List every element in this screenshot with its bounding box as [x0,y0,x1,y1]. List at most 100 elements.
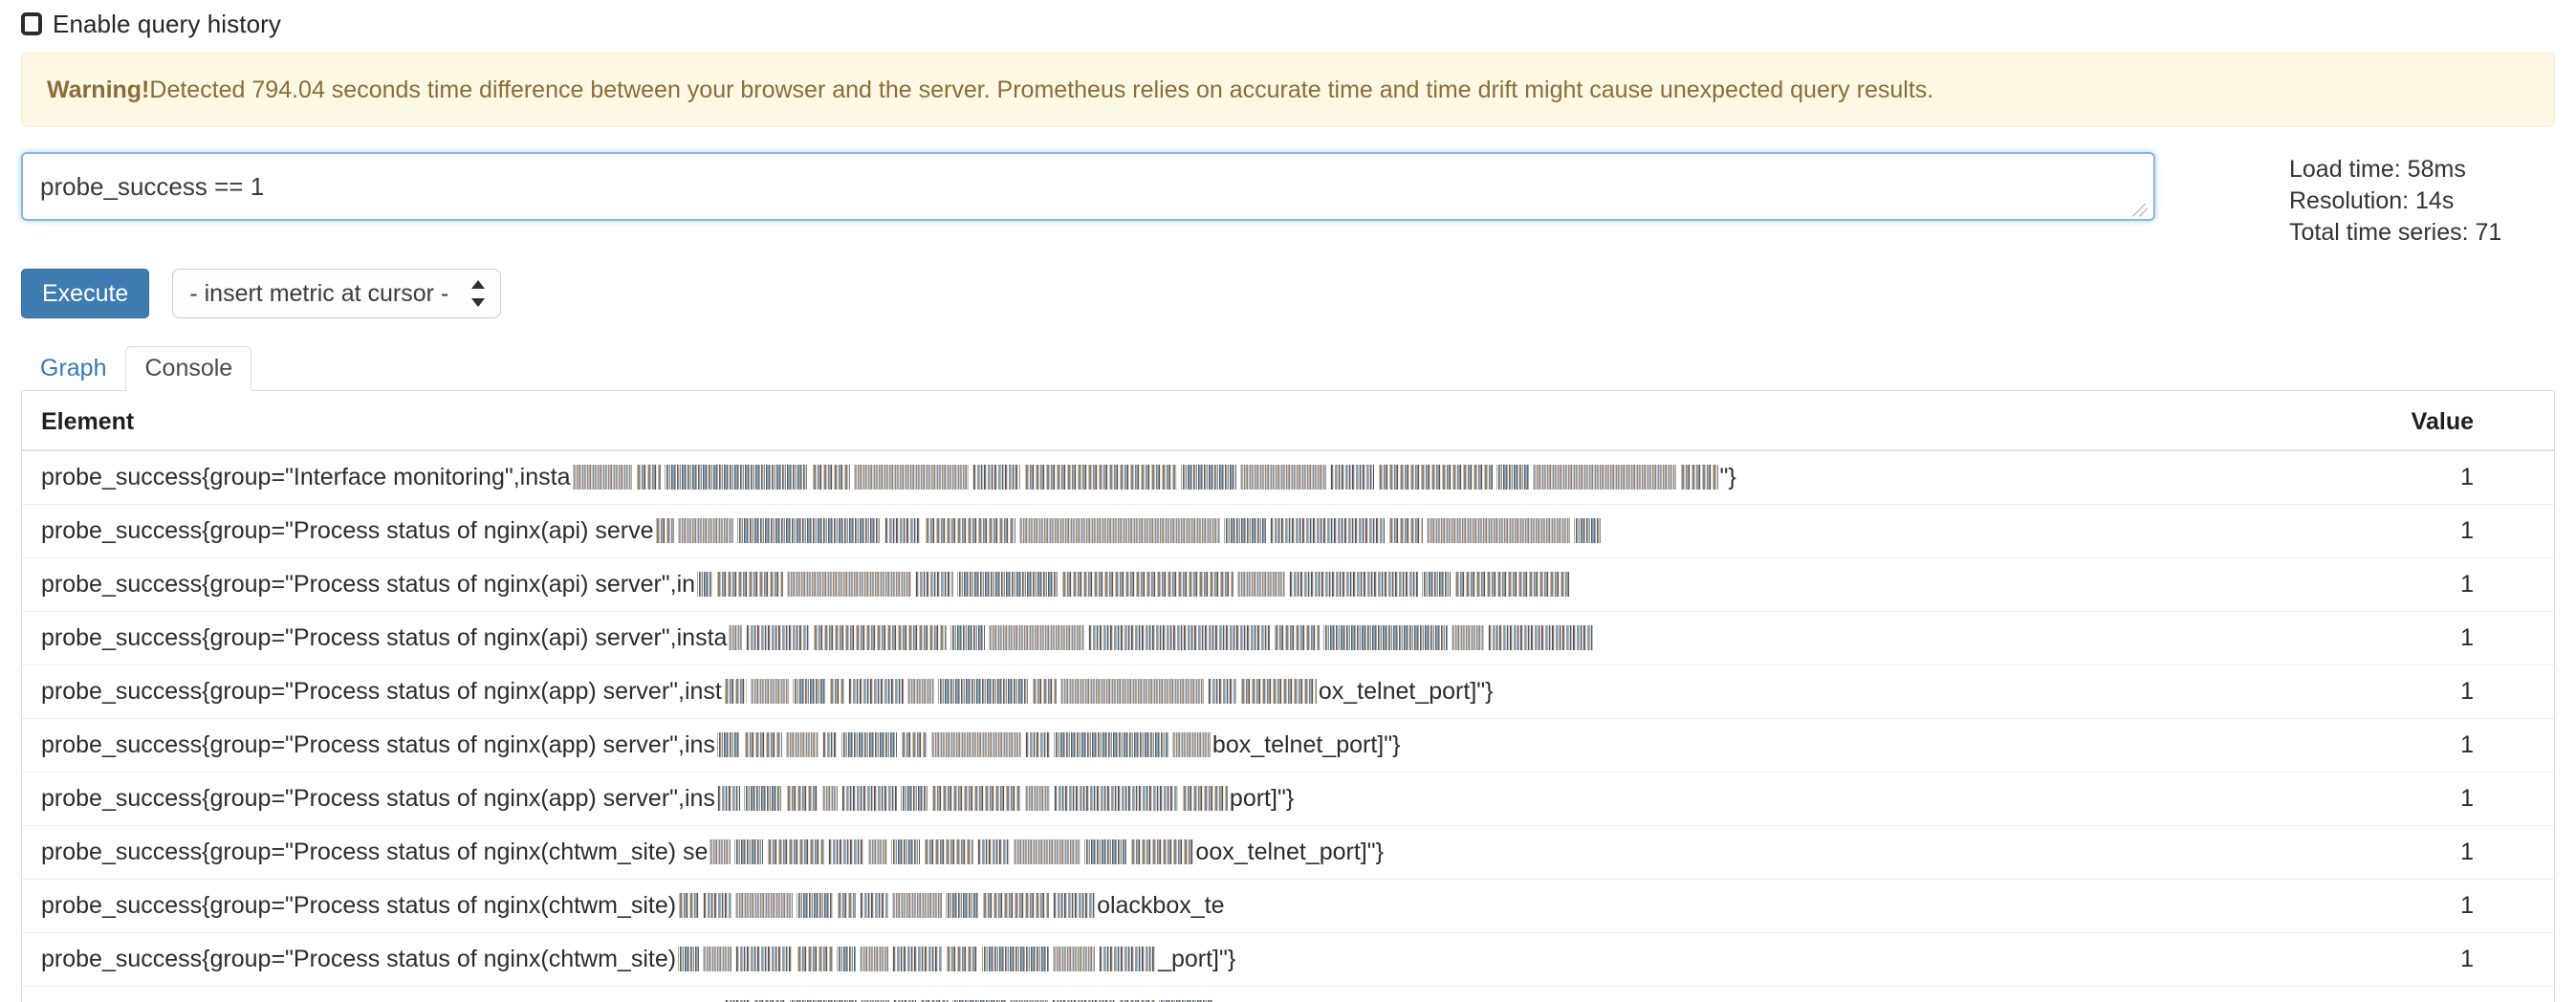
redacted-segment [982,947,1050,971]
redacted-segment [821,786,838,811]
redacted-segment [828,679,844,704]
metric-label-text: probe_success{group="Process status of n… [41,623,728,651]
metric-label-text: probe_success{group="Process status of n… [41,784,715,812]
redacted-segment [743,786,782,811]
table-row: probe_success{group="Process status of n… [22,771,2554,825]
redacted-segment [892,893,943,918]
metric-value-cell: 1 [2267,610,2554,664]
redacted-segment [813,625,948,650]
metric-label-suffix: olackbox_te [1097,891,1225,919]
redacted-segment [977,839,1011,864]
table-row: probe_success{group="Process status of n… [22,824,2554,879]
redacted-segment [785,786,819,811]
metric-value-cell: 1 [2267,556,2554,611]
redacted-segment [797,947,834,971]
table-row: probe_success{group="Interface monitorin… [22,450,2554,504]
redacted-segment [1270,518,1386,543]
metric-label-text: probe_success{group="Process status of n… [41,999,723,1002]
metric-value-cell: 1 [2267,931,2554,986]
redacted-segment [635,465,661,490]
result-tabs: Graph Console [21,341,2555,391]
redacted-segment [1014,839,1081,864]
metric-label-text: probe_success{group="Process status of n… [41,730,715,758]
redacted-segment [1452,625,1485,650]
redacted-segment [1019,518,1221,543]
metric-element-cell: probe_success{group="Interface monitorin… [22,450,2267,504]
metric-label-text: probe_success{group="Process status of n… [41,570,696,598]
tab-graph[interactable]: Graph [21,346,125,391]
metric-label-text: probe_success{group="Process status of n… [41,677,722,705]
redacted-segment [1377,465,1493,490]
redacted-segment [1061,572,1234,597]
redacted-segment [1053,732,1168,757]
redacted-segment [925,518,1016,543]
redacted-segment [1024,732,1050,757]
results-table-body: probe_success{group="Interface monitorin… [22,450,2554,1002]
metric-label-suffix: port]"} [1229,784,1295,812]
redacted-segment [1053,947,1096,971]
enable-query-history-row[interactable]: Enable query history [21,0,2555,38]
redacted-segment [957,572,1059,597]
redacted-segment [743,732,782,757]
metric-label-suffix: _port]"} [1214,999,1292,1002]
metric-element-cell: probe_success{group="Process status of n… [22,985,2267,1002]
tab-console[interactable]: Console [125,346,252,391]
redacted-segment [937,679,1028,704]
table-row: probe_success{group="Process status of n… [22,931,2554,986]
redacted-segment [847,679,904,704]
redacted-segment [723,679,747,704]
redacted-segment [1289,572,1419,597]
metric-value-cell: 1 [2267,985,2554,1002]
metric-label-suffix: "} [1719,463,1736,490]
metric-label-text: probe_success{group="Process status of n… [41,516,654,544]
redacted-segment [735,893,794,918]
query-controls: Execute - insert metric at cursor - [21,269,2555,318]
execute-button[interactable]: Execute [21,269,150,318]
console-results-panel: Element Value probe_success{group="Inter… [21,391,2555,1002]
table-header-row: Element Value [22,391,2554,451]
metric-element-cell: probe_success{group="Process status of n… [22,556,2267,611]
column-header-value: Value [2267,391,2554,451]
insert-metric-select-value: - insert metric at cursor - [189,279,449,307]
warning-label: Warning! [47,76,150,103]
redacted-segment [1532,465,1676,490]
redacted-segment [797,893,834,918]
redacted-segment [915,572,954,597]
insert-metric-select[interactable]: - insert metric at cursor - [172,269,502,318]
metric-element-cell: probe_success{group="Process status of n… [22,610,2267,664]
enable-query-history-checkbox[interactable] [21,12,42,35]
metric-label-suffix: box_telnet_port]"} [1212,730,1401,758]
metric-label-text: probe_success{group="Process status of n… [41,838,709,865]
redacted-segment [860,893,889,918]
redacted-segment [735,947,794,971]
redacted-segment [1274,625,1321,650]
column-header-element: Element [22,391,2267,451]
redacted-segment [1323,625,1449,650]
prometheus-expression-browser: Enable query history Warning! Detected 7… [0,0,2576,1002]
redacted-segment [971,465,1020,490]
redacted-segment [1388,518,1424,543]
time-drift-warning-alert: Warning! Detected 794.04 seconds time di… [21,53,2555,127]
redacted-segment [837,893,857,918]
load-time-stat: Load time: 58ms [2289,156,2466,183]
redacted-segment [750,679,789,704]
redacted-segment [892,947,943,971]
redacted-segment [709,839,731,864]
redacted-segment [950,625,986,650]
redacted-segment [785,732,819,757]
spinner-arrows-icon [471,279,486,308]
redacted-segment [1181,786,1228,811]
redacted-segment [1495,465,1529,490]
redacted-segment [1237,572,1286,597]
redacted-segment [572,465,632,490]
metric-label-text: probe_success{group="Process status of n… [41,891,677,919]
redacted-segment [900,732,928,757]
metric-value-cell: 1 [2267,664,2554,718]
redacted-segment [1180,465,1236,490]
expression-input[interactable] [21,152,2155,221]
redacted-segment [1427,518,1571,543]
total-time-series-stat: Total time series: 71 [2289,219,2502,246]
redacted-segment [678,947,700,971]
metric-element-cell: probe_success{group="Process status of n… [22,503,2267,557]
metric-value-cell: 1 [2267,824,2554,879]
